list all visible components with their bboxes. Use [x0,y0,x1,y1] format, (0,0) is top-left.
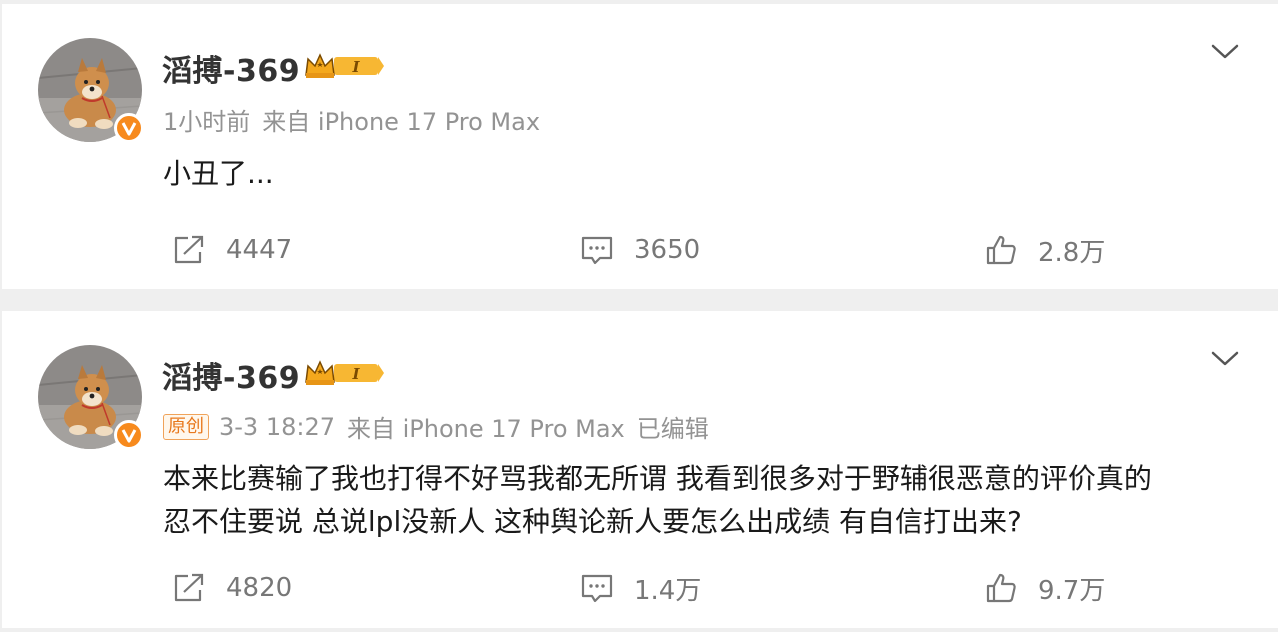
comment-button[interactable]: 3650 [580,230,700,270]
post-content: 本来比赛输了我也打得不好骂我都无所谓 我看到很多对于野辅很恶意的评价真的 忍不住… [163,457,1152,543]
like-count: 9.7万 [1038,575,1106,606]
level-crown-badge[interactable]: I [304,358,384,392]
original-tag: 原创 [163,413,209,440]
level-crown-badge[interactable]: I [304,51,384,85]
post-source: 来自 iPhone 17 Pro Max [262,108,541,136]
post-content-line: 忍不住要说 总说lpl没新人 这种舆论新人要怎么出成绩 有自信打出来? [163,505,1022,538]
verified-v-icon [114,420,144,450]
avatar[interactable] [38,38,144,143]
repost-icon [174,573,204,602]
repost-button[interactable]: 4447 [172,230,292,270]
thumbs-up-icon [986,573,1016,603]
repost-icon [174,235,204,264]
chevron-down-icon[interactable] [1210,349,1240,369]
post-content-line: 小丑了... [163,157,274,190]
post-time[interactable]: 1小时前 [163,102,250,137]
post-source: 来自 iPhone 17 Pro Max [347,415,625,443]
post-content: 小丑了... [163,152,274,195]
weibo-feed: 滔搏-369 I 1小时前 来自 iPhone 17 Pro Max 小丑了..… [0,0,1278,632]
post-actions: 4447 3650 2.8万 [2,230,1278,270]
username[interactable]: 滔搏-369 [162,46,300,90]
comment-button[interactable]: 1.4万 [580,568,701,608]
post-content-line: 本来比赛输了我也打得不好骂我都无所谓 我看到很多对于野辅很恶意的评价真的 [163,462,1152,495]
like-count: 2.8万 [1038,237,1106,268]
thumbs-up-icon [986,235,1016,265]
like-button[interactable]: 9.7万 [984,568,1105,608]
post-meta: 1小时前 来自 iPhone 17 Pro Max [163,102,540,137]
username[interactable]: 滔搏-369 [162,353,300,397]
edited-label[interactable]: 已编辑 [637,409,709,444]
verified-v-icon [114,113,144,143]
like-button[interactable]: 2.8万 [984,230,1105,270]
post-meta: 原创 3-3 18:27 来自 iPhone 17 Pro Max 已编辑 [163,409,709,444]
chevron-down-icon[interactable] [1210,42,1240,62]
post-card: 滔搏-369 I 1小时前 来自 iPhone 17 Pro Max 小丑了..… [2,4,1278,289]
comment-icon [581,574,613,603]
repost-button[interactable]: 4820 [172,568,292,608]
post-actions: 4820 1.4万 9.7万 [2,568,1278,608]
comment-count: 1.4万 [634,575,702,606]
comment-count: 3650 [634,235,701,265]
post-card: 滔搏-369 I 原创 3-3 18:27 来自 iPhone 17 Pro M… [2,311,1278,628]
comment-icon [581,236,613,265]
avatar[interactable] [38,345,144,450]
level-badge-text: I [351,365,360,383]
level-badge-text: I [351,58,360,76]
repost-count: 4447 [226,235,293,265]
repost-count: 4820 [226,573,293,603]
post-time[interactable]: 3-3 18:27 [219,413,335,441]
